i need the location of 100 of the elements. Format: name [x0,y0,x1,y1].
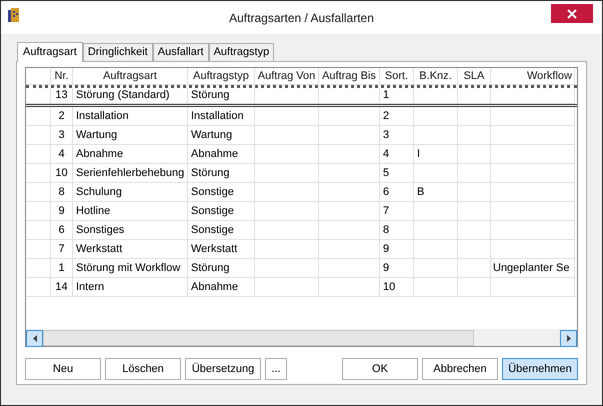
empty-cell [255,88,319,104]
row-header[interactable] [26,164,51,183]
scroll-left-button[interactable] [26,330,43,347]
tab[interactable]: Dringlichkeit [82,43,153,61]
table-cell: 6 [51,221,73,240]
row-header[interactable] [26,126,51,145]
table-cell: Abnahme [188,278,255,297]
empty-cell [255,278,319,297]
close-button[interactable] [551,4,593,23]
table-cell: 3 [380,126,414,145]
column-header[interactable]: Nr. [51,68,73,85]
empty-cell [414,107,458,126]
dialog-button[interactable]: OK [342,358,418,380]
empty-cell [255,240,319,259]
row-header[interactable] [26,240,51,259]
table-cell: 7 [380,202,414,221]
column-header[interactable]: Auftragsart [73,68,188,85]
row-header[interactable] [26,107,51,126]
dialog-button[interactable]: Löschen [105,358,181,380]
empty-cell [319,164,380,183]
table-cell: B [414,183,458,202]
row-header[interactable] [26,221,51,240]
empty-cell [255,164,319,183]
column-header[interactable]: B.Knz. [414,68,458,85]
column-header[interactable]: Sort. [380,68,414,85]
row-header[interactable] [26,278,51,297]
table-cell: Störung [188,88,255,104]
table-cell: Abnahme [73,145,188,164]
empty-cell [414,278,458,297]
empty-cell [319,278,380,297]
empty-cell [414,88,458,104]
empty-cell [458,259,491,278]
empty-cell [319,221,380,240]
empty-cell [319,88,380,104]
table-cell: Werkstatt [188,240,255,259]
tab[interactable]: Auftragsart [17,42,83,62]
dialog-button[interactable]: ... [265,358,287,380]
table-cell: 6 [380,183,414,202]
empty-cell [458,145,491,164]
table-cell: Störung [188,259,255,278]
empty-cell [458,202,491,221]
empty-cell [458,88,491,104]
dialog-button[interactable]: Übersetzung [185,358,261,380]
table-cell: 1 [51,259,73,278]
table-cell: Schulung [73,183,188,202]
table-cell: Störung (Standard) [73,88,188,104]
table-cell: Wartung [188,126,255,145]
table-cell: 1 [380,88,414,104]
column-header[interactable]: Auftragstyp [188,68,255,85]
table-cell: 5 [380,164,414,183]
empty-cell [319,107,380,126]
tab[interactable]: Auftragstyp [208,43,274,61]
table-cell: Sonstige [188,202,255,221]
table-cell: 9 [380,240,414,259]
table-cell: 9 [51,202,73,221]
table-cell: 4 [380,145,414,164]
empty-cell [319,259,380,278]
row-header[interactable] [26,183,51,202]
scroll-right-button[interactable] [560,330,577,347]
table-cell: 4 [51,145,73,164]
empty-cell [319,240,380,259]
window-title: Auftragsarten / Ausfallarten [228,10,375,26]
row-header[interactable] [26,145,51,164]
row-header[interactable] [26,88,51,104]
empty-cell [255,183,319,202]
horizontal-scrollbar[interactable] [26,329,577,346]
empty-cell [255,221,319,240]
table-cell: Installation [188,107,255,126]
dialog-button[interactable]: Übernehmen [502,358,578,380]
column-header[interactable]: Auftrag Von [255,68,319,85]
left-arrow-icon [32,335,36,342]
row-header[interactable] [26,202,51,221]
table-cell: 2 [380,107,414,126]
empty-cell [414,202,458,221]
dialog-button[interactable]: Neu [25,358,101,380]
scroll-thumb[interactable] [43,330,474,346]
table-cell: Werkstatt [73,240,188,259]
table-cell: Abnahme [188,145,255,164]
corner-header [26,68,51,85]
table-cell: Sonstige [188,183,255,202]
table-cell: Sonstiges [73,221,188,240]
row-header[interactable] [26,259,51,278]
dialog-button[interactable]: Abbrechen [422,358,498,380]
empty-cell [458,107,491,126]
table-cell: Installation [73,107,188,126]
tab[interactable]: Ausfallart [152,43,209,61]
empty-cell [255,202,319,221]
column-header[interactable]: SLA [458,68,491,85]
table-cell: 7 [51,240,73,259]
empty-cell [319,126,380,145]
table-cell: Hotline [73,202,188,221]
empty-cell [458,126,491,145]
empty-cell [255,259,319,278]
empty-cell [255,107,319,126]
table-cell: 8 [51,183,73,202]
column-header[interactable]: Auftrag Bis [319,68,380,85]
table-cell: Intern [73,278,188,297]
column-header[interactable]: Workflow [491,68,575,85]
table-cell: 10 [51,164,73,183]
table-cell: Serienfehlerbehebung [73,164,188,183]
